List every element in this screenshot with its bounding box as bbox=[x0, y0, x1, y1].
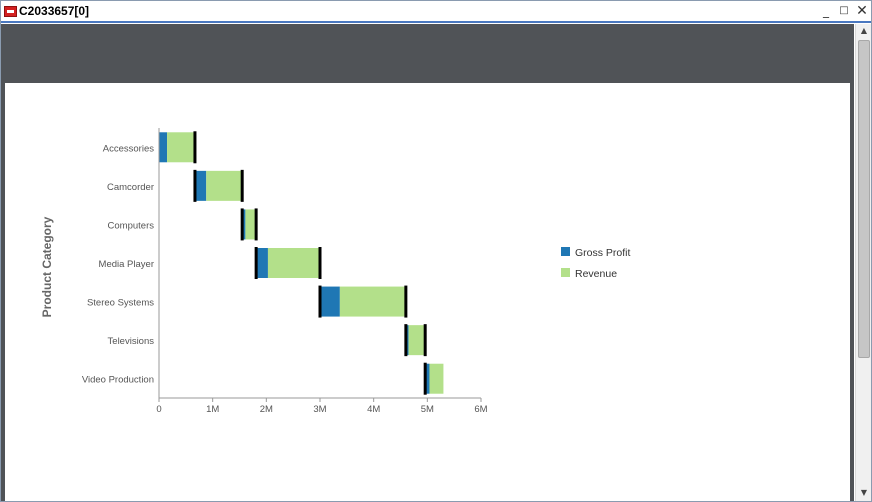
category-label: Media Player bbox=[99, 259, 154, 270]
gross-profit-bar bbox=[320, 286, 340, 317]
category-label: Camcorder bbox=[107, 182, 154, 193]
x-tick-labels: 0 1M 2M 3M 4M 5M 6M bbox=[156, 404, 487, 415]
category-labels: Accessories Camcorder Computers Media Playe… bbox=[82, 143, 154, 385]
revenue-bar bbox=[245, 209, 257, 240]
revenue-bar bbox=[429, 363, 444, 394]
x-tick-label: 1M bbox=[206, 404, 219, 415]
revenue-bar bbox=[206, 170, 243, 201]
legend-swatch bbox=[561, 247, 570, 256]
category-label: Televisions bbox=[108, 336, 155, 347]
category-label: Computers bbox=[108, 220, 155, 231]
x-tick-label: 3M bbox=[313, 404, 326, 415]
chart-bars bbox=[159, 132, 444, 394]
legend-swatch bbox=[561, 268, 570, 277]
revenue-bar bbox=[167, 132, 195, 163]
x-tick-label: 5M bbox=[421, 404, 434, 415]
category-label: Video Production bbox=[82, 375, 154, 386]
legend-label: Revenue bbox=[575, 268, 617, 280]
x-tick-label: 4M bbox=[367, 404, 380, 415]
x-tick-label: 2M bbox=[260, 404, 273, 415]
revenue-bar bbox=[408, 325, 426, 356]
gross-profit-bar bbox=[194, 170, 207, 201]
waterfall-chart: Accessories Camcorder Computers Media Playe… bbox=[40, 128, 631, 415]
x-tick-label: 0 bbox=[156, 404, 161, 415]
gross-profit-bar bbox=[159, 132, 168, 163]
category-label: Accessories bbox=[103, 143, 154, 154]
chart-legend: Gross Profit Revenue bbox=[561, 247, 631, 280]
y-axis-title: Product Category bbox=[40, 216, 54, 317]
category-label: Stereo Systems bbox=[87, 298, 154, 309]
revenue-bar bbox=[339, 286, 406, 317]
revenue-bar bbox=[267, 248, 320, 278]
legend-label: Gross Profit bbox=[575, 247, 631, 259]
gross-profit-bar bbox=[256, 248, 268, 278]
x-tick-label: 6M bbox=[474, 404, 487, 415]
